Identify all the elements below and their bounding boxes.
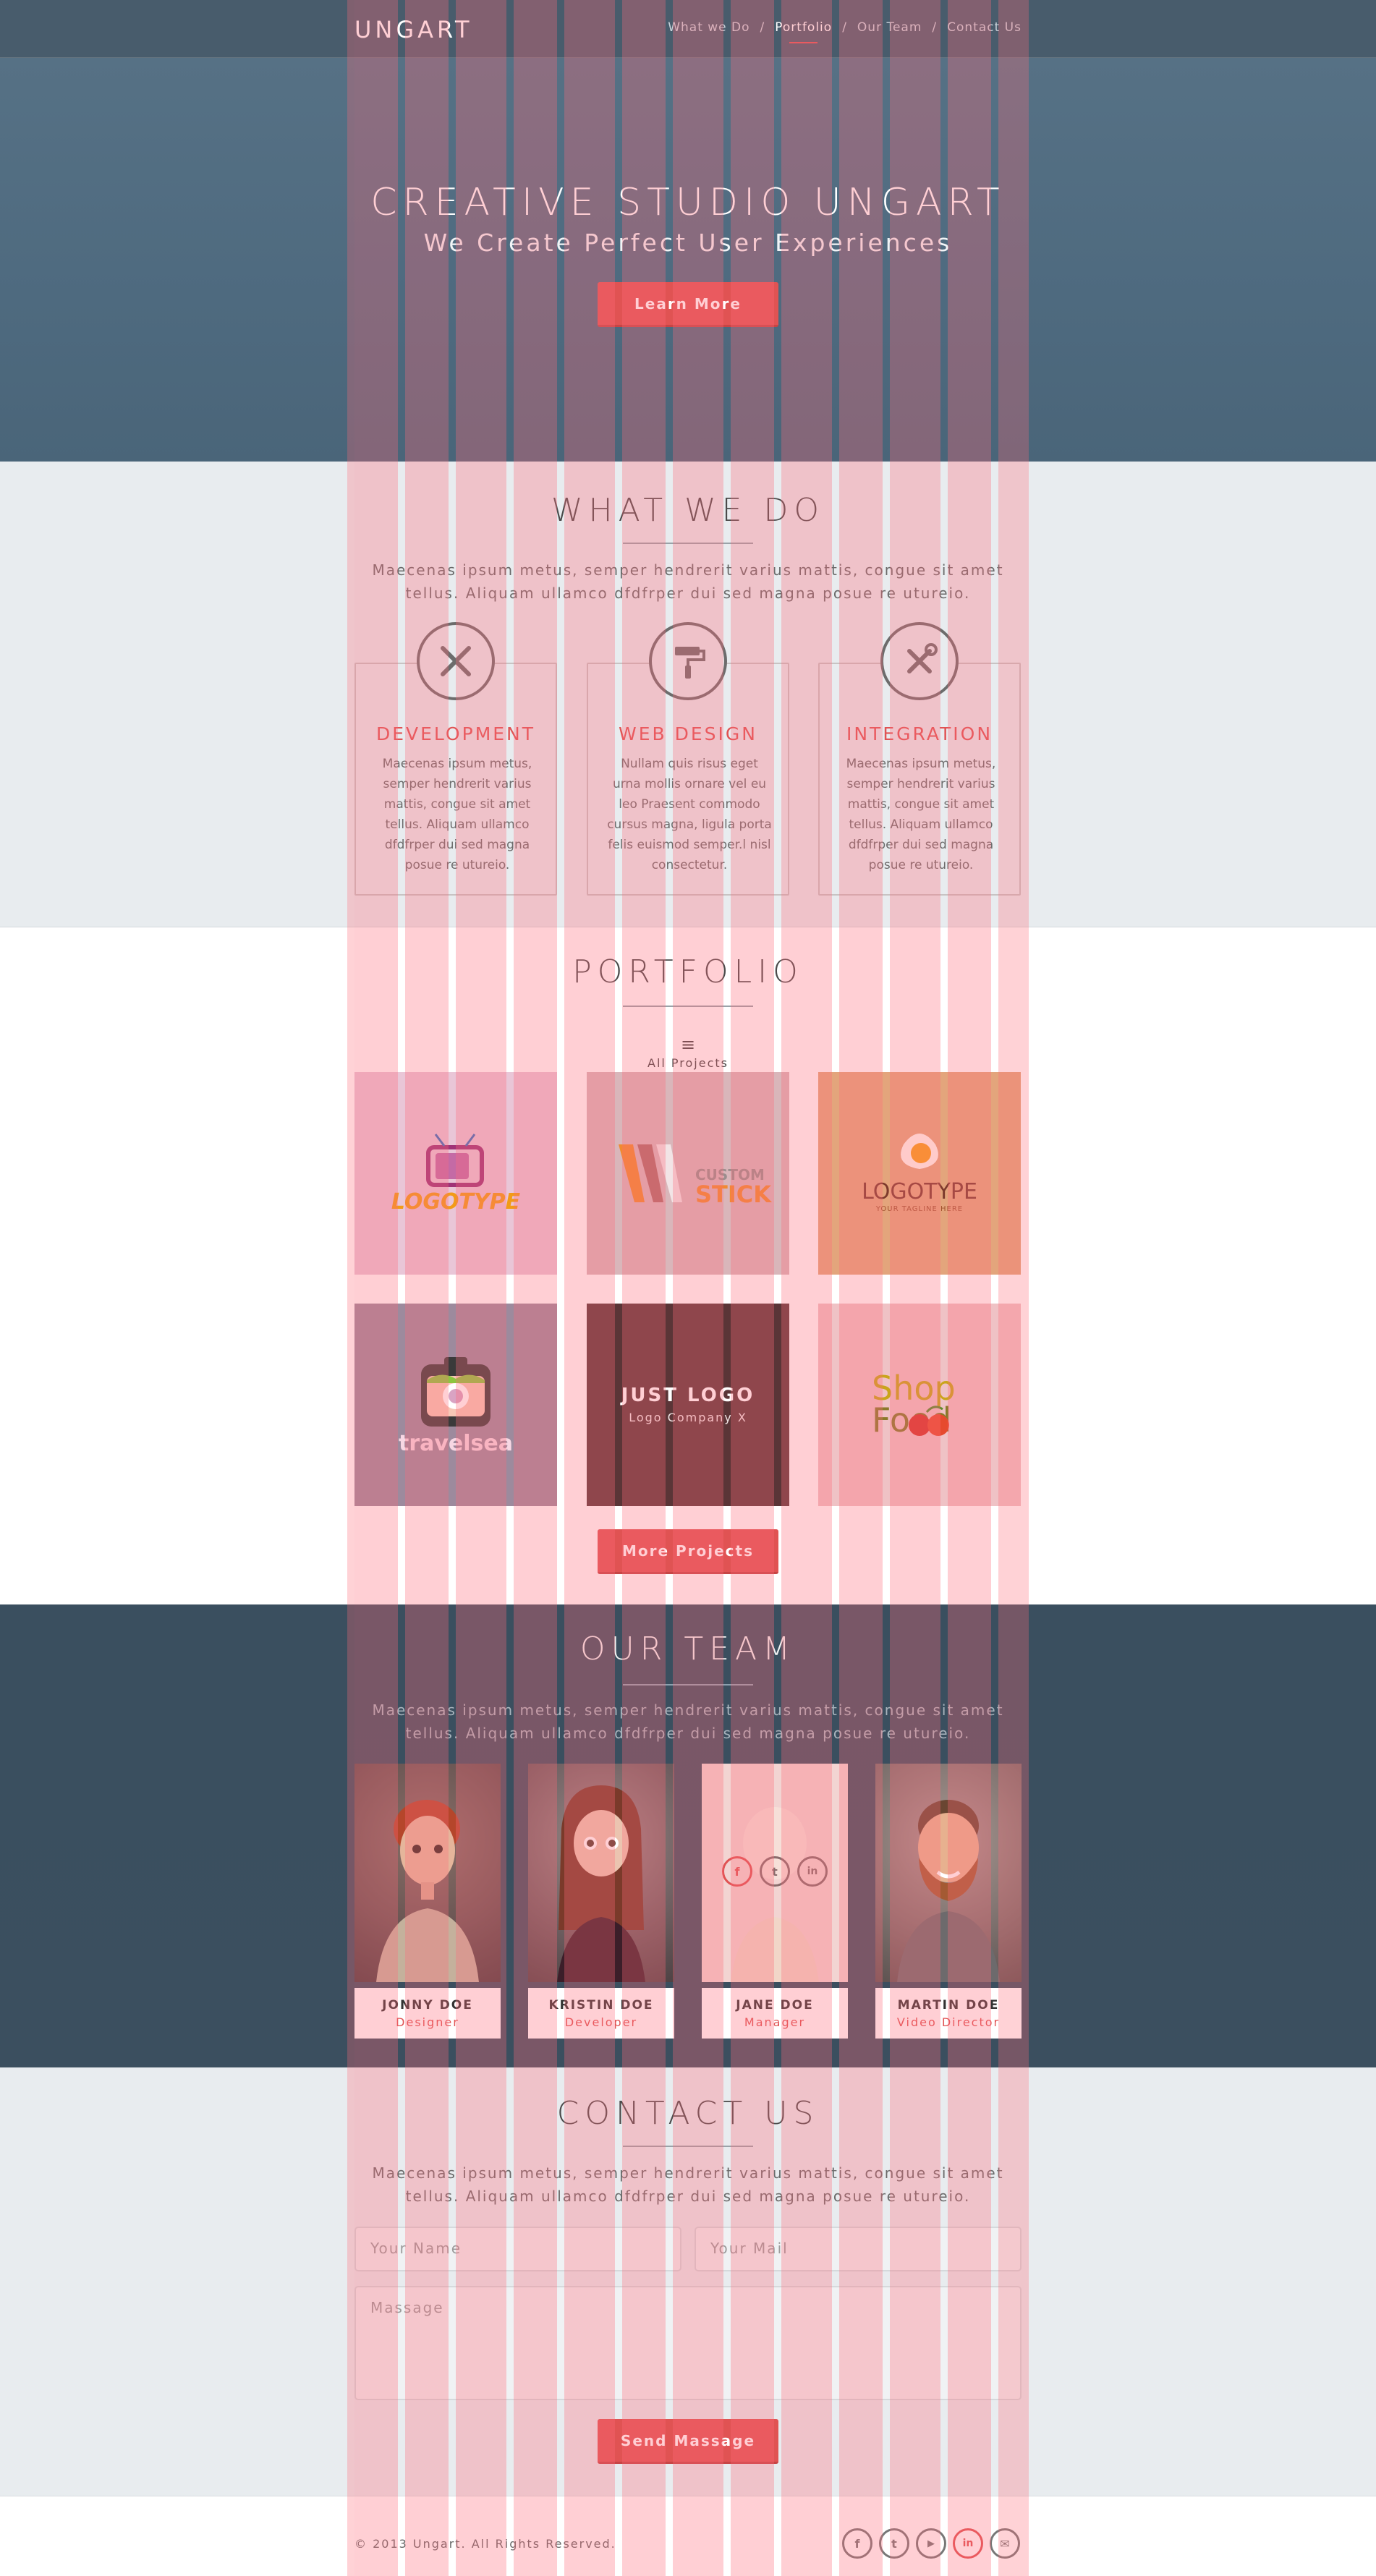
title-divider [623, 1684, 753, 1686]
linkedin-icon[interactable]: in [953, 2528, 983, 2559]
member-info: JANE DOE Manager [702, 1988, 848, 2039]
section-title: WHAT WE DO [551, 492, 825, 529]
member-name: JONNY DOE [382, 1998, 473, 2012]
what-we-do-section: WHAT WE DO Maecenas ipsum metus, semper … [0, 462, 1376, 927]
facebook-icon[interactable]: f [842, 2528, 872, 2559]
copyright-text: © 2013 Ungart. All Rights Reserved. [354, 2537, 616, 2551]
portrait-illustration [376, 1800, 479, 1982]
service-text: Nullam quis risus eget urna mollis ornar… [607, 757, 772, 872]
filter-label[interactable]: All Projects [0, 1056, 1376, 1070]
site-logo[interactable]: UNGART [354, 16, 473, 43]
portrait-illustration [897, 1800, 1000, 1982]
footer: © 2013 Ungart. All Rights Reserved. f t … [0, 2496, 1376, 2576]
member-name: JANE DOE [736, 1998, 814, 2012]
nav-item-our-team[interactable]: Our Team [857, 20, 922, 35]
portfolio-item-subtext: STICK [695, 1181, 772, 1208]
top-navbar: UNGART What we Do / Portfolio / Our Team… [0, 0, 1376, 58]
section-description: Maecenas ipsum metus, semper hendrerit v… [372, 561, 1004, 602]
social-hover-overlay: f t in [702, 1856, 848, 1887]
hero-title: CREATIVE STUDIO UNGART [370, 181, 1006, 224]
service-text: Maecenas ipsum metus, semper hendrerit v… [846, 757, 996, 872]
member-name: KRISTIN DOE [548, 1998, 654, 2012]
mail-icon[interactable]: ✉ [990, 2528, 1020, 2559]
portfolio-item-text: LOGOTYPE [862, 1179, 977, 1204]
member-photo [875, 1764, 1022, 1982]
portfolio-item-text: LOGOTYPE [391, 1189, 521, 1215]
title-divider [623, 543, 753, 544]
section-title: CONTACT US [556, 2095, 820, 2132]
portfolio-item-text: travelsea [398, 1431, 513, 1456]
our-team-section: OUR TEAM Maecenas ipsum metus, semper he… [0, 1604, 1376, 2067]
portfolio-item[interactable]: Shop Food [818, 1304, 1021, 1506]
email-input[interactable]: Your Mail [695, 2227, 1022, 2271]
egg-logo-icon [901, 1134, 938, 1169]
portfolio-item[interactable]: LOGOTYPE [354, 1072, 557, 1275]
contact-section: CONTACT US Maecenas ipsum metus, semper … [0, 2067, 1376, 2496]
service-title: WEB DESIGN [619, 723, 757, 744]
twitter-icon[interactable]: t [879, 2528, 909, 2559]
paint-roller-icon [649, 622, 727, 700]
portfolio-item[interactable]: travelsea [354, 1304, 557, 1506]
menu-icon[interactable]: ≡ [0, 1036, 1376, 1053]
member-info: MARTIN DOE Video Director [875, 1988, 1022, 2039]
portfolio-item[interactable]: CUSTOM STICK [587, 1072, 789, 1275]
twitter-icon[interactable]: t [760, 1856, 790, 1887]
section-title: PORTFOLIO [572, 953, 804, 990]
member-role: Video Director [896, 2015, 1001, 2029]
portfolio-item[interactable]: LOGOTYPE YOUR TAGLINE HERE [818, 1072, 1021, 1275]
member-role: Designer [396, 2015, 459, 2029]
member-info: JONNY DOE Designer [354, 1988, 501, 2039]
portfolio-item-subtext: YOUR TAGLINE HERE [875, 1205, 964, 1213]
portfolio-filter[interactable]: ≡ All Projects [0, 1036, 1376, 1070]
main-menu: What we Do / Portfolio / Our Team / Cont… [668, 20, 1022, 43]
pencil-ruler-icon [417, 622, 495, 700]
section-description: Maecenas ipsum metus, semper hendrerit v… [372, 2164, 1004, 2205]
wrench-screwdriver-icon [880, 622, 959, 700]
portfolio-item[interactable]: JUST LOGO Logo Company X [587, 1304, 789, 1506]
service-title: DEVELOPMENT [375, 723, 536, 744]
nav-separator: / [842, 20, 847, 35]
tv-logo-icon [426, 1134, 484, 1187]
member-photo: f t in [702, 1764, 848, 1982]
member-role: Manager [744, 2015, 806, 2029]
hero-banner: CREATIVE STUDIO UNGART We Create Perfect… [0, 58, 1376, 462]
title-divider [623, 2146, 753, 2147]
nav-separator: / [760, 20, 765, 35]
section-description: Maecenas ipsum metus, semper hendrerit v… [372, 1701, 1004, 1742]
message-textarea[interactable]: Massage [354, 2286, 1022, 2400]
facebook-icon[interactable]: f [722, 1856, 752, 1887]
send-message-button[interactable]: Send Massage [598, 2419, 778, 2464]
portfolio-section: PORTFOLIO ≡ All Projects LOGOTYPE CUSTOM… [0, 927, 1376, 1604]
member-role: Developer [564, 2015, 638, 2029]
learn-more-button[interactable]: Learn More [598, 282, 778, 327]
fruit-icon [909, 1406, 949, 1436]
nav-item-contact-us[interactable]: Contact Us [947, 20, 1022, 35]
hero-subtitle: We Create Perfect User Experiences [423, 229, 953, 257]
nav-separator: / [932, 20, 938, 35]
camera-logo-icon [421, 1357, 490, 1427]
member-photo [354, 1764, 501, 1982]
nav-item-what-we-do[interactable]: What we Do [668, 20, 749, 35]
portfolio-item-subtext: Logo Company X [629, 1411, 747, 1424]
linkedin-icon[interactable]: in [797, 1856, 828, 1887]
portrait-illustration [557, 1785, 645, 1982]
title-divider [623, 1006, 753, 1007]
member-info: KRISTIN DOE Developer [528, 1988, 674, 2039]
service-title: INTEGRATION [846, 723, 993, 744]
more-projects-button[interactable]: More Projects [598, 1529, 778, 1574]
member-name: MARTIN DOE [897, 1998, 1000, 2012]
service-text: Maecenas ipsum metus, semper hendrerit v… [382, 757, 532, 872]
nav-item-portfolio[interactable]: Portfolio [775, 20, 832, 43]
youtube-icon[interactable]: ▶ [916, 2528, 946, 2559]
name-input[interactable]: Your Name [354, 2227, 681, 2271]
member-photo [528, 1764, 674, 1982]
portfolio-item-text: JUST LOGO [621, 1385, 755, 1406]
section-title: OUR TEAM [579, 1631, 797, 1667]
